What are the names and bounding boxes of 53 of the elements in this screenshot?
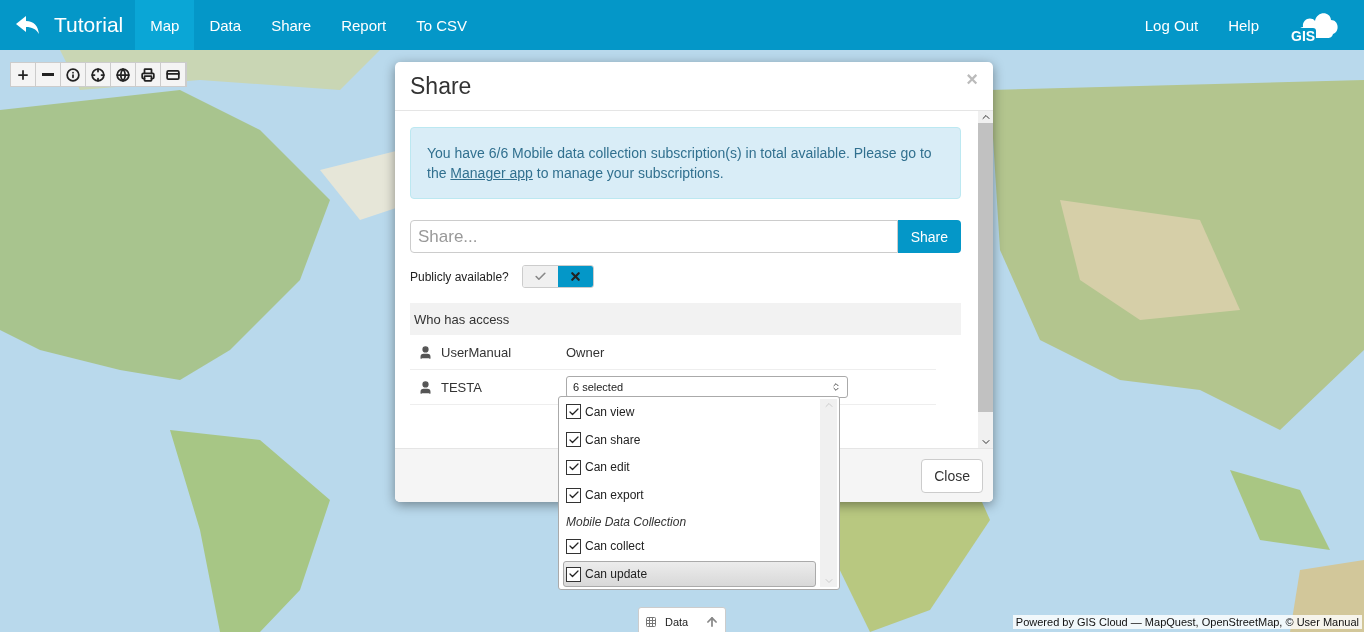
- user-name: TESTA: [441, 379, 482, 395]
- nav-tab[interactable]: Map: [135, 0, 195, 50]
- grid-icon: [645, 615, 657, 628]
- data-tab[interactable]: Data: [638, 607, 726, 632]
- checkbox[interactable]: [566, 538, 581, 554]
- check-icon: [567, 489, 580, 501]
- printer-icon: [141, 67, 155, 82]
- public-label: Publicly available?: [410, 269, 509, 284]
- checkbox[interactable]: [566, 459, 581, 475]
- app-title: Tutorial: [54, 12, 125, 38]
- access-heading: Who has access: [410, 303, 961, 335]
- nav-tab[interactable]: Report: [326, 0, 402, 50]
- info-alert: You have 6/6 Mobile data collection subscription(s) in total available. Please go to the Manager app to manage your subscriptions.: [410, 127, 961, 199]
- no-toggle[interactable]: [557, 266, 593, 287]
- share-button[interactable]: Share: [897, 220, 961, 253]
- up-down-caret-icon: [831, 382, 841, 392]
- globe-icon: [116, 67, 130, 82]
- nav-tab[interactable]: Data: [194, 0, 257, 50]
- info-icon: [66, 67, 80, 82]
- checkbox[interactable]: [566, 404, 581, 420]
- manager-app-link[interactable]: Manager app: [450, 165, 533, 181]
- permission-option[interactable]: Can edit: [563, 454, 816, 481]
- back-arrow-icon[interactable]: [16, 16, 40, 34]
- logo-text: GIS: [1290, 28, 1317, 44]
- user-icon: [418, 379, 433, 395]
- user-name: UserManual: [441, 344, 512, 360]
- map-attribution: Powered by GIS Cloud — MapQuest, OpenStreetMap, © User Manual: [1012, 615, 1362, 629]
- nav-link[interactable]: Help: [1213, 0, 1274, 50]
- close-button[interactable]: Close: [921, 458, 983, 493]
- permission-option[interactable]: Can share: [563, 426, 816, 453]
- yes-toggle[interactable]: [522, 266, 558, 287]
- checkbox[interactable]: [566, 432, 581, 448]
- permission-option[interactable]: Can update: [563, 561, 816, 588]
- crosshair-icon: [91, 67, 105, 82]
- zoom-in-icon: [16, 67, 30, 82]
- user-icon: [418, 344, 433, 360]
- nav-link[interactable]: Log Out: [1129, 0, 1214, 50]
- option-group-label: Mobile Data Collection: [565, 513, 688, 531]
- dialog-title: Share: [410, 72, 472, 100]
- nav-tab[interactable]: To CSV: [401, 0, 483, 50]
- scrollbar[interactable]: [978, 111, 993, 448]
- zoom-out-icon: [42, 73, 54, 76]
- share-field[interactable]: Share...: [410, 220, 898, 253]
- permission-select[interactable]: 6 selected: [566, 376, 848, 398]
- permission-option[interactable]: Can view: [563, 399, 816, 425]
- permission-option[interactable]: Can collect: [563, 533, 816, 560]
- checkbox[interactable]: [566, 487, 581, 503]
- cross-icon: [568, 270, 582, 283]
- user-role: Owner: [566, 344, 605, 360]
- permission-option[interactable]: Can export: [563, 482, 816, 508]
- check-icon: [533, 270, 547, 283]
- nav-tab[interactable]: Share: [256, 0, 327, 50]
- checkbox[interactable]: [566, 566, 581, 582]
